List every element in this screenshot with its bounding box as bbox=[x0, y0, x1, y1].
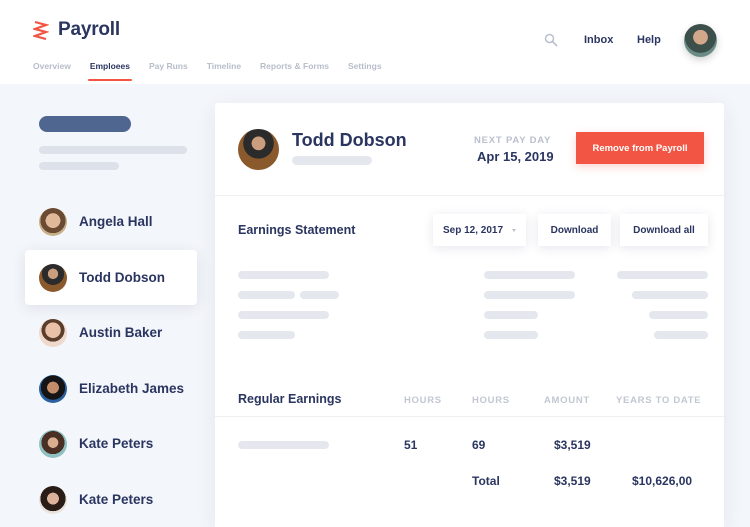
employee-list-item[interactable]: Austin Baker bbox=[25, 305, 197, 360]
column-header-hours: HOURS bbox=[404, 395, 442, 406]
sidebar-text-placeholder bbox=[39, 162, 119, 170]
employee-list-item[interactable]: Elizabeth James bbox=[25, 361, 197, 416]
regular-earnings-title: Regular Earnings bbox=[238, 392, 342, 406]
remove-from-payroll-button[interactable]: Remove from Payroll bbox=[576, 132, 704, 164]
statement-date-dropdown[interactable]: Sep 12, 2017 bbox=[433, 214, 526, 246]
text-placeholder bbox=[238, 271, 329, 279]
earnings-statement-title: Earnings Statement bbox=[238, 223, 356, 237]
avatar bbox=[39, 318, 67, 347]
employee-name: Todd Dobson bbox=[79, 270, 165, 285]
download-button[interactable]: Download bbox=[538, 214, 611, 246]
selected-date: Sep 12, 2017 bbox=[442, 224, 504, 236]
column-header-years-to-date: YEARS TO DATE bbox=[616, 395, 702, 406]
earning-type-placeholder bbox=[238, 441, 329, 449]
avatar bbox=[39, 263, 67, 292]
text-placeholder bbox=[654, 331, 708, 339]
inbox-link[interactable]: Inbox bbox=[584, 34, 613, 46]
employee-name: Angela Hall bbox=[79, 214, 153, 229]
text-placeholder bbox=[484, 311, 538, 319]
zigzag-logo-icon bbox=[33, 20, 49, 40]
tab-reports-forms[interactable]: Reports & Forms bbox=[260, 61, 329, 71]
tab-settings[interactable]: Settings bbox=[348, 61, 382, 71]
employee-detail-card: Todd Dobson NEXT PAY DAY Apr 15, 2019 Re… bbox=[215, 103, 724, 527]
next-pay-day-value: Apr 15, 2019 bbox=[477, 149, 554, 164]
divider bbox=[215, 416, 724, 417]
text-placeholder bbox=[238, 291, 295, 299]
employee-detail-name: Todd Dobson bbox=[292, 130, 407, 150]
column-header-amount: AMOUNT bbox=[544, 395, 590, 406]
divider bbox=[215, 195, 724, 196]
app-title: Payroll bbox=[58, 19, 120, 40]
employee-name: Austin Baker bbox=[79, 325, 163, 340]
avatar bbox=[39, 374, 67, 403]
employee-list-item[interactable]: Kate Peters bbox=[25, 472, 197, 527]
tab-overview[interactable]: Overview bbox=[33, 61, 71, 71]
text-placeholder bbox=[617, 271, 708, 279]
text-placeholder bbox=[649, 311, 708, 319]
tab-employees[interactable]: Emploees bbox=[87, 61, 133, 81]
user-avatar[interactable] bbox=[684, 24, 717, 57]
row-amount: $3,519 bbox=[554, 438, 591, 452]
sidebar-title-placeholder bbox=[39, 116, 131, 132]
text-placeholder bbox=[238, 311, 329, 319]
total-years-to-date: $10,626,00 bbox=[632, 474, 693, 488]
main-nav: Overview Emploees Pay Runs Timeline Repo… bbox=[33, 61, 401, 81]
text-placeholder bbox=[484, 271, 575, 279]
subtitle-placeholder bbox=[292, 156, 372, 165]
sidebar-text-placeholder bbox=[39, 146, 187, 154]
text-placeholder bbox=[632, 291, 708, 299]
total-label: Total bbox=[472, 474, 500, 488]
employee-list-item[interactable]: Kate Peters bbox=[25, 416, 197, 471]
total-amount: $3,519 bbox=[554, 474, 591, 488]
tab-timeline[interactable]: Timeline bbox=[207, 61, 241, 71]
text-placeholder bbox=[484, 291, 575, 299]
text-placeholder bbox=[238, 331, 295, 339]
avatar bbox=[39, 485, 67, 514]
employee-name: Kate Peters bbox=[79, 436, 154, 451]
employee-list-item[interactable]: Angela Hall bbox=[25, 194, 197, 249]
column-header-hours: HOURS bbox=[472, 395, 510, 406]
help-link[interactable]: Help bbox=[637, 34, 661, 46]
employee-name: Kate Peters bbox=[79, 492, 154, 507]
top-bar: Payroll Overview Emploees Pay Runs Timel… bbox=[0, 0, 750, 84]
text-placeholder bbox=[484, 331, 538, 339]
tab-pay-runs[interactable]: Pay Runs bbox=[149, 61, 188, 71]
avatar bbox=[39, 207, 67, 236]
download-all-button[interactable]: Download all bbox=[620, 214, 708, 246]
employee-name: Elizabeth James bbox=[79, 381, 185, 396]
row-hours: 51 bbox=[404, 438, 418, 452]
text-placeholder bbox=[300, 291, 339, 299]
row-hours: 69 bbox=[472, 438, 486, 452]
avatar bbox=[238, 129, 279, 170]
search-icon[interactable] bbox=[544, 33, 558, 47]
employee-list-item-selected[interactable]: Todd Dobson bbox=[25, 250, 197, 305]
next-pay-day-label: NEXT PAY DAY bbox=[474, 135, 552, 146]
avatar bbox=[39, 429, 67, 458]
chevron-down-icon bbox=[512, 228, 517, 232]
